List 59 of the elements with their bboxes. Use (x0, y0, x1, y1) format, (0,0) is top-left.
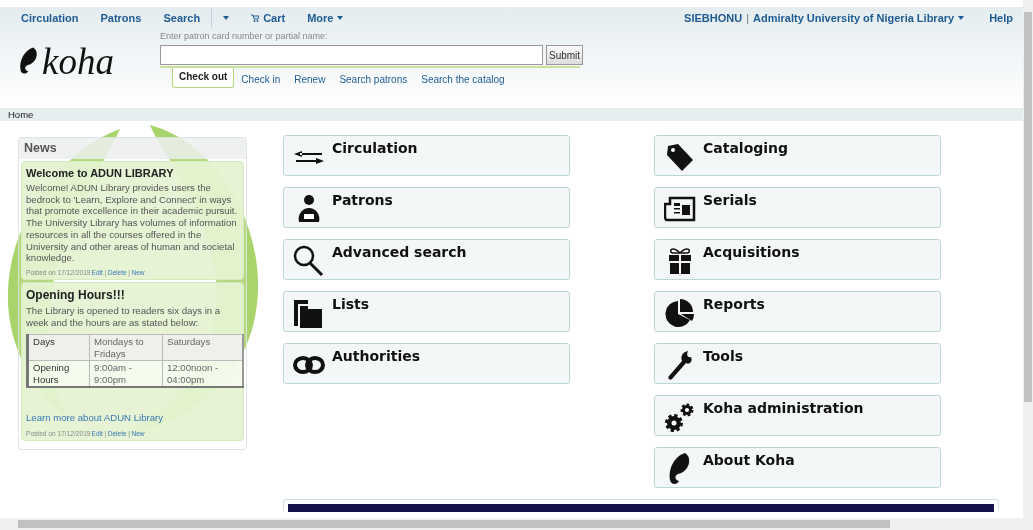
cart-icon (251, 14, 260, 22)
cart-link[interactable]: Cart (240, 12, 297, 24)
table-cell: Mondays to Fridays (89, 334, 163, 361)
news-title: Opening Hours!!! (26, 287, 126, 302)
module-button[interactable]: Cataloging (654, 135, 941, 176)
tab[interactable]: Search patrons (332, 70, 415, 88)
module-button[interactable]: Lists (283, 291, 570, 332)
module-button[interactable]: Tools (654, 343, 941, 384)
gears-icon (664, 401, 696, 433)
tab[interactable]: Check out (172, 68, 235, 88)
field-label: Enter patron card number or partial name: (160, 31, 329, 41)
submit-button[interactable]: Submit (546, 45, 584, 65)
more-link[interactable]: Learn more about ADUN Library (26, 412, 164, 424)
caret-icon (958, 16, 965, 20)
wrench-icon (666, 349, 694, 381)
folder-icon (294, 298, 324, 328)
logo-text: koha (42, 39, 114, 83)
nav-link[interactable]: Patrons (89, 12, 153, 24)
patron-search-field[interactable] (160, 45, 543, 65)
pie-chart-icon (665, 298, 695, 328)
newspaper-icon (664, 196, 696, 222)
module-button[interactable]: Serials (654, 187, 941, 228)
module-button[interactable]: Authorities (283, 343, 570, 384)
table-cell: Saturdays (162, 334, 243, 361)
table-cell: 9:00am - 9:00pm (89, 360, 163, 388)
module-button[interactable]: Koha administration (654, 395, 941, 436)
nav-link[interactable]: Search (152, 12, 212, 24)
nav-link[interactable]: Circulation (10, 12, 90, 24)
module-button[interactable]: Acquisitions (654, 239, 941, 280)
news-body: Welcome! ADUN Library provides users the bedrock to 'Learn, Explore and Connect' in ways that promote excellence in their academic pursuit. The University Library has volumes of information resources in all the courses offered in the University and other areas of human and societal knowledge. (26, 182, 239, 264)
vertical-scrollbar[interactable] (1023, 0, 1033, 518)
module-button[interactable]: Circulation (283, 135, 570, 176)
link-icon (292, 355, 326, 375)
tab[interactable]: Check in (234, 70, 288, 88)
news-body: The Library is opened to readers six days in a week and the hours are as stated below: (26, 304, 222, 329)
table-cell: 12:00noon - 04:00pm (162, 360, 243, 388)
search-icon (292, 244, 326, 278)
panel-title: News (19, 138, 246, 159)
tag-icon (666, 142, 694, 172)
module-button[interactable]: Advanced search (283, 239, 570, 280)
user-link[interactable]: SIEBHONU (673, 12, 743, 24)
table-cell: Days (27, 334, 90, 361)
tab[interactable]: Search the catalog (414, 70, 512, 88)
separator: | (745, 12, 751, 24)
module-button[interactable]: Patrons (283, 187, 570, 228)
module-button[interactable]: About Koha (654, 447, 941, 488)
drop-icon (18, 46, 40, 76)
tab[interactable]: Renew (287, 70, 333, 88)
help-link[interactable]: Help (978, 12, 1013, 24)
table-cell: Opening Hours (27, 360, 90, 388)
caret-icon (337, 16, 344, 20)
library-menu[interactable]: Admiralty University of Nigeria Library (753, 12, 979, 24)
caret-icon (223, 16, 230, 20)
gift-icon (668, 247, 692, 275)
breadcrumb[interactable]: Home (0, 108, 1023, 121)
module-button[interactable]: Reports (654, 291, 941, 332)
more-menu[interactable]: More (296, 12, 355, 24)
horizontal-scrollbar[interactable] (0, 518, 1033, 530)
news-title: Welcome to ADUN LIBRARY (26, 167, 175, 179)
